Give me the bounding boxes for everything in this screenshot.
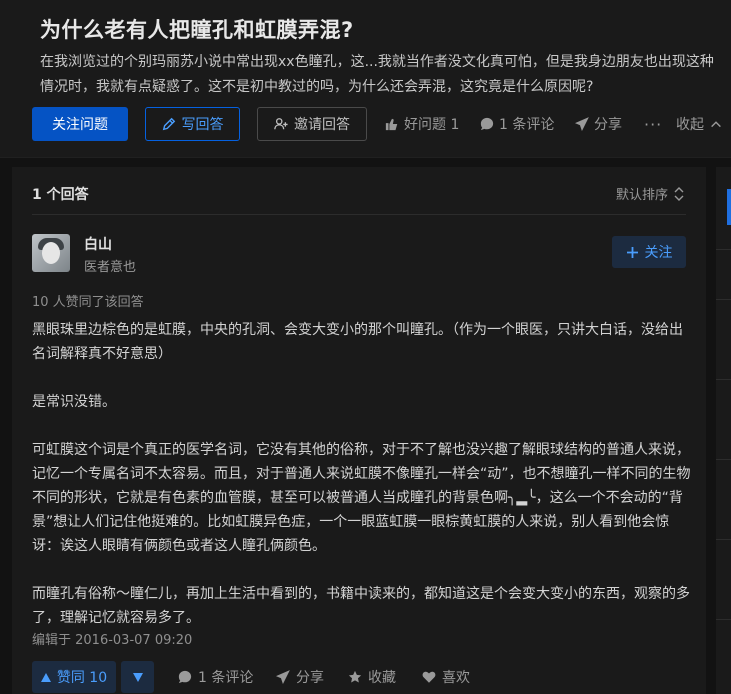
more-button[interactable]: ··· — [644, 107, 662, 141]
invite-answer-button[interactable]: 邀请回答 — [257, 107, 367, 141]
vote-down-button[interactable] — [121, 661, 154, 693]
avatar[interactable] — [32, 234, 70, 272]
invite-icon — [274, 118, 288, 130]
write-answer-button[interactable]: 写回答 — [145, 107, 240, 141]
author-badge: 医者意也 — [84, 260, 137, 275]
answer-paragraph: 黑眼珠里边棕色的是虹膜，中央的孔洞、会变大变小的那个叫瞳孔。（作为一个眼医，只讲… — [32, 322, 683, 362]
write-answer-label: 写回答 — [181, 117, 224, 133]
question-comments-button[interactable]: 1 条评论 — [480, 107, 554, 141]
heart-icon — [422, 671, 436, 683]
question-share-label: 分享 — [594, 117, 622, 133]
plus-icon — [626, 246, 638, 258]
comment-icon — [480, 117, 494, 131]
sidebar-divider — [716, 459, 731, 460]
question-share-button[interactable]: 分享 — [575, 107, 622, 141]
answer-action-bar: 赞同 10 1 条评论 分享 收藏 喜欢 — [32, 661, 686, 693]
thumbs-up-icon — [385, 118, 398, 131]
answer-share-label: 分享 — [296, 670, 324, 686]
edited-time[interactable]: 编辑于 2016-03-07 09:20 — [32, 629, 192, 648]
good-question-button[interactable]: 好问题 1 — [385, 107, 459, 141]
follow-question-button[interactable]: 关注问题 — [32, 107, 128, 141]
chevron-up-icon — [711, 121, 721, 128]
follow-question-label: 关注问题 — [52, 117, 108, 133]
invite-answer-label: 邀请回答 — [294, 117, 350, 133]
sort-label: 默认排序 — [615, 188, 668, 203]
answer-comments-label: 1 条评论 — [198, 670, 254, 686]
sidebar-divider — [716, 249, 731, 250]
answers-header: 1 个回答 默认排序 — [32, 167, 686, 215]
answer-author: 白山 医者意也 关注 — [32, 234, 686, 278]
vote-up-label: 赞同 10 — [56, 670, 108, 686]
question-header: 为什么老有人把瞳孔和虹膜弄混? 在我浏览过的个别玛丽苏小说中常出现xx色瞳孔，这… — [0, 0, 731, 158]
like-button[interactable]: 喜欢 — [422, 661, 470, 693]
triangle-down-icon — [132, 672, 143, 682]
vote-up-button[interactable]: 赞同 10 — [32, 661, 116, 693]
voters-count[interactable]: 10 人赞同了该回答 — [32, 291, 144, 310]
follow-author-label: 关注 — [644, 245, 673, 261]
more-label: ··· — [644, 114, 663, 134]
collect-label: 收藏 — [368, 670, 396, 686]
sidebar-divider — [716, 299, 731, 300]
answer-share-button[interactable]: 分享 — [276, 661, 324, 693]
answer-card: 1 个回答 默认排序 白山 医者意也 关注 10 人赞同了该回答 黑眼珠里边棕色… — [12, 167, 706, 694]
good-question-label: 好问题 1 — [404, 117, 460, 133]
sidebar-accent — [727, 189, 731, 225]
triangle-up-icon — [40, 672, 51, 682]
answer-paragraph: 而瞳孔有俗称～瞳仁儿，再加上生活中看到的，书籍中读来的，都知道这是个会变大变小的… — [32, 586, 690, 626]
sort-icon — [674, 186, 684, 201]
sidebar-divider — [716, 619, 731, 620]
author-name[interactable]: 白山 — [84, 234, 112, 254]
question-description: 在我浏览过的个别玛丽苏小说中常出现xx色瞳孔，这...我就当作者没文化真可怕，但… — [40, 54, 714, 95]
share-icon — [276, 670, 290, 684]
question-title: 为什么老有人把瞳孔和虹膜弄混? — [40, 18, 354, 42]
sidebar-edge — [716, 167, 731, 694]
sort-dropdown[interactable]: 默认排序 — [616, 184, 684, 203]
answer-count: 1 个回答 — [32, 187, 89, 203]
answer-paragraph: 可虹膜这个词是个真正的医学名词，它没有其他的俗称，对于不了解也没兴趣了解眼球结构… — [32, 442, 691, 554]
question-actions: 关注问题 写回答 邀请回答 好问题 1 1 条评论 分享 ··· 收起 — [32, 107, 731, 141]
share-icon — [575, 117, 589, 131]
comment-icon — [178, 670, 192, 684]
answer-content: 黑眼珠里边棕色的是虹膜，中央的孔洞、会变大变小的那个叫瞳孔。（作为一个眼医，只讲… — [32, 318, 692, 654]
sidebar-divider — [716, 379, 731, 380]
follow-author-button[interactable]: 关注 — [612, 236, 686, 268]
collapse-button[interactable]: 收起 — [676, 107, 723, 141]
answer-paragraph: 是常识没错。 — [32, 394, 116, 410]
pen-icon — [162, 117, 175, 131]
star-icon — [348, 670, 362, 683]
collapse-label: 收起 — [676, 117, 704, 133]
sidebar-divider — [716, 539, 731, 540]
question-comments-label: 1 条评论 — [499, 117, 555, 133]
like-label: 喜欢 — [442, 670, 470, 686]
answer-comments-button[interactable]: 1 条评论 — [178, 661, 253, 693]
collect-button[interactable]: 收藏 — [348, 661, 396, 693]
